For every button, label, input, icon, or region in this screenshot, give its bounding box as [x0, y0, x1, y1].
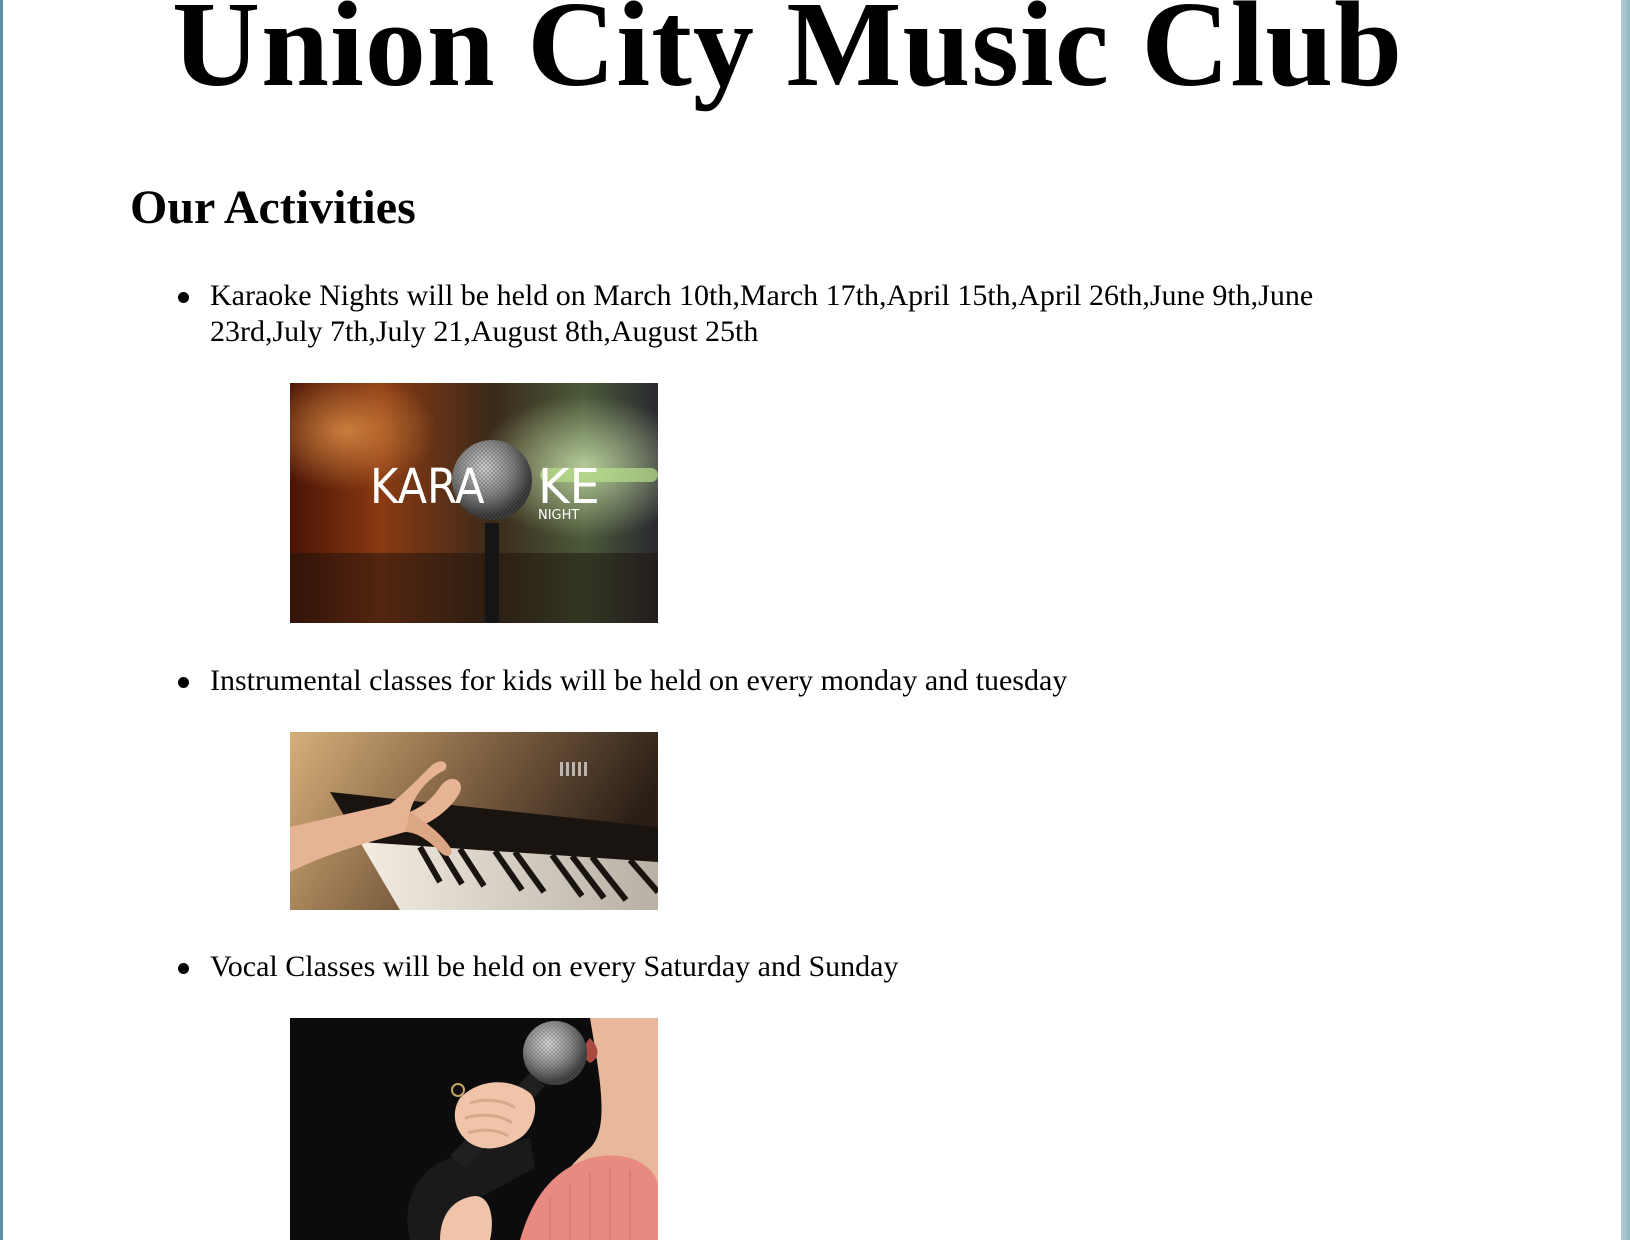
window-left-border — [0, 0, 3, 1240]
window-right-border — [1621, 0, 1630, 1240]
piano-image — [290, 732, 658, 910]
activity-text: Karaoke Nights will be held on March 10t… — [210, 279, 1314, 348]
karaoke-overlay-text: KARA — [370, 459, 485, 515]
activities-heading: Our Activities — [130, 181, 416, 234]
list-bullet — [178, 963, 189, 974]
karaoke-image: KARA KE NIGHT — [290, 383, 658, 623]
karaoke-overlay-subtext: NIGHT — [538, 508, 579, 523]
vocal-image — [290, 1018, 658, 1240]
list-bullet — [178, 292, 189, 303]
karaoke-overlay-text-end: KE — [538, 459, 600, 515]
list-bullet — [178, 677, 189, 688]
activity-text: Instrumental classes for kids will be he… — [210, 664, 1068, 697]
activity-text: Vocal Classes will be held on every Satu… — [210, 950, 899, 983]
page-title: Union City Music Club — [172, 0, 1404, 112]
